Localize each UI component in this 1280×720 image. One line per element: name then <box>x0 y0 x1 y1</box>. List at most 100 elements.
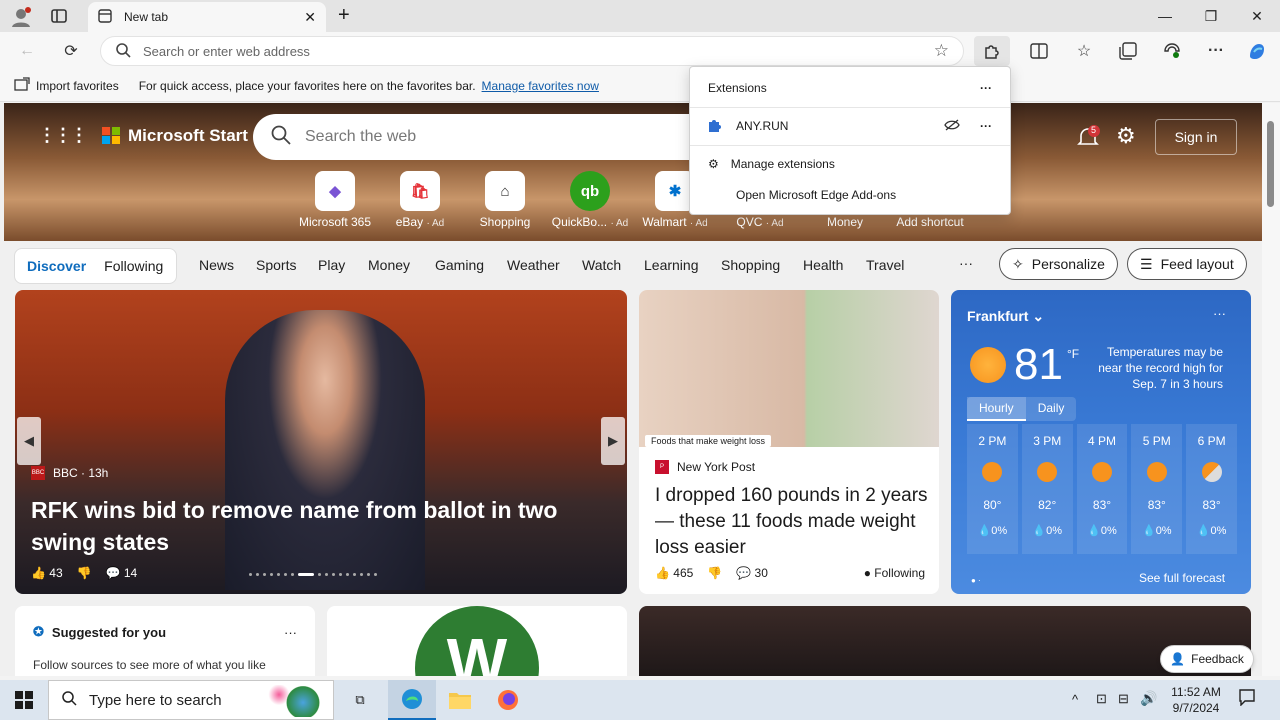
feedback-button[interactable]: 👤 Feedback <box>1160 645 1254 673</box>
brand-name[interactable]: Microsoft Start <box>128 126 248 146</box>
weather-more-icon[interactable]: ··· <box>1213 306 1226 321</box>
collections-icon[interactable] <box>1113 36 1143 66</box>
feedback-person-icon: 👤 <box>1170 652 1186 666</box>
task-view-icon[interactable]: ⧉ <box>336 680 384 720</box>
feature-story-card[interactable]: ◀ ▶ BBC BBC · 13h RFK wins bid to remove… <box>15 290 627 594</box>
weather-alert[interactable]: Temperatures may be near the record high… <box>1091 344 1223 392</box>
dislike-icon[interactable]: 👎 <box>707 566 722 580</box>
close-tab-icon[interactable]: ✕ <box>304 9 316 26</box>
firefox-icon[interactable] <box>484 680 532 720</box>
restore-button[interactable]: ❐ <box>1188 0 1234 32</box>
extensions-button[interactable] <box>974 36 1010 66</box>
shopping-tag-icon: ⌂ <box>485 171 525 211</box>
tab-discover[interactable]: Discover <box>27 258 86 274</box>
taskbar-search-box[interactable]: Type here to search <box>48 680 334 720</box>
nav-health[interactable]: Health <box>803 257 843 273</box>
quicklink-quickbooks[interactable]: qb QuickBo... · Ad <box>549 171 631 229</box>
import-favorites-button[interactable]: Import favorites <box>36 79 119 93</box>
hourly-forecast: 2 PM 80° 💧0% 3 PM 82° 💧0% 4 PM 83° 💧0% 5 PM 83°… <box>967 424 1237 554</box>
minimize-button[interactable]: — <box>1142 0 1188 32</box>
page-scrollbar[interactable] <box>1262 103 1280 676</box>
like-icon[interactable]: 👍 465 <box>655 566 693 580</box>
hide-from-toolbar-icon[interactable] <box>944 119 960 134</box>
extensions-more-icon[interactable]: ··· <box>980 81 992 95</box>
carousel-next-button[interactable]: ▶ <box>601 417 625 465</box>
web-search-box[interactable]: Search the web <box>253 114 753 160</box>
manage-extensions-item[interactable]: ⚙ Manage extensions <box>690 153 1010 175</box>
edge-taskbar-icon[interactable] <box>388 680 436 720</box>
feed-layout-button[interactable]: ☰ Feed layout <box>1127 248 1247 280</box>
nav-news[interactable]: News <box>199 257 234 273</box>
quicklink-ebay[interactable]: 🛍 eBay · Ad <box>379 171 461 229</box>
tab-title: New tab <box>124 10 169 24</box>
tab-hourly[interactable]: Hourly <box>967 397 1026 421</box>
nav-learning[interactable]: Learning <box>644 257 699 273</box>
scrollbar-thumb[interactable] <box>1267 121 1274 207</box>
notification-center-icon[interactable] <box>1238 688 1256 709</box>
extension-more-icon[interactable]: ··· <box>980 119 992 133</box>
story-card[interactable]: Foods that make weight loss P New York P… <box>639 290 939 594</box>
split-screen-icon[interactable] <box>1024 36 1054 66</box>
comment-icon[interactable]: 💬 30 <box>736 566 768 580</box>
show-hidden-icons[interactable]: ^ <box>1072 692 1078 707</box>
tab-daily[interactable]: Daily <box>1026 397 1077 421</box>
nav-weather[interactable]: Weather <box>507 257 560 273</box>
nav-money[interactable]: Money <box>368 257 410 273</box>
favorites-icon[interactable]: ☆ <box>1069 36 1099 66</box>
quicklink-shopping[interactable]: ⌂ Shopping <box>464 171 546 229</box>
tab-following[interactable]: Following <box>104 258 163 274</box>
volume-icon[interactable]: 🔊 <box>1140 690 1157 707</box>
back-button[interactable]: ← <box>12 36 42 66</box>
nav-play[interactable]: Play <box>318 257 345 273</box>
manage-favorites-link[interactable]: Manage favorites now <box>482 79 599 93</box>
dislike-icon[interactable]: 👎 <box>77 566 92 580</box>
hour-forecast: 6 PM 83° 💧0% <box>1186 424 1237 554</box>
network-icon[interactable]: ⊡ <box>1096 691 1107 707</box>
web-search-placeholder: Search the web <box>305 128 417 145</box>
tab-actions-icon[interactable] <box>50 8 70 26</box>
nav-travel[interactable]: Travel <box>866 257 904 273</box>
settings-more-icon[interactable]: ··· <box>1201 36 1231 66</box>
notifications-bell-icon[interactable]: 5 <box>1076 125 1100 149</box>
copilot-icon[interactable] <box>1242 36 1272 66</box>
weather-city[interactable]: Frankfurt ⌄ <box>967 308 1044 325</box>
import-favorites-icon <box>14 77 30 94</box>
wired-network-icon[interactable]: ⊟ <box>1118 691 1129 707</box>
weather-card[interactable]: Frankfurt ⌄ ··· 81 °F Temperatures may b… <box>951 290 1251 594</box>
comment-icon[interactable]: 💬 14 <box>106 566 138 580</box>
start-button[interactable] <box>0 680 48 720</box>
new-tab-page: ⋮⋮⋮ Microsoft Start Search the web ◆ Mic… <box>0 103 1262 676</box>
story-card[interactable] <box>639 606 1251 676</box>
personalize-button[interactable]: ✧ Personalize <box>999 248 1118 280</box>
quicklink-microsoft-365[interactable]: ◆ Microsoft 365 <box>294 171 376 229</box>
nav-more-button[interactable]: ··· <box>959 255 973 271</box>
open-addons-item[interactable]: Open Microsoft Edge Add-ons <box>690 184 1010 206</box>
favorite-star-icon[interactable]: ☆ <box>934 41 949 61</box>
extension-item-anyrun[interactable]: ANY.RUN ··· <box>690 115 1010 137</box>
story-card[interactable]: W <box>327 606 627 676</box>
close-window-button[interactable]: ✕ <box>1234 0 1280 32</box>
profile-icon[interactable] <box>10 6 32 28</box>
tab-new-tab[interactable]: New tab ✕ <box>88 2 326 32</box>
sunny-icon <box>970 347 1006 383</box>
story-headline[interactable]: RFK wins bid to remove name from ballot … <box>31 494 591 558</box>
page-settings-gear-icon[interactable]: ⚙ <box>1116 123 1136 149</box>
address-bar[interactable]: Search or enter web address ☆ <box>100 36 964 66</box>
app-launcher-icon[interactable]: ⋮⋮⋮ <box>38 125 88 146</box>
following-badge[interactable]: ● Following <box>864 566 925 580</box>
nav-sports[interactable]: Sports <box>256 257 296 273</box>
refresh-button[interactable]: ⟳ <box>56 36 86 66</box>
sign-in-button[interactable]: Sign in <box>1155 119 1237 155</box>
more-options-icon[interactable]: ··· <box>284 625 297 640</box>
browser-essentials-icon[interactable] <box>1157 36 1187 66</box>
new-tab-button[interactable]: + <box>338 4 360 28</box>
taskbar-clock[interactable]: 11:52 AM 9/7/2024 <box>1160 684 1232 716</box>
see-full-forecast-link[interactable]: See full forecast <box>1139 571 1225 585</box>
nav-watch[interactable]: Watch <box>582 257 621 273</box>
carousel-prev-button[interactable]: ◀ <box>17 417 41 465</box>
story-headline[interactable]: I dropped 160 pounds in 2 years — these … <box>655 483 930 561</box>
file-explorer-icon[interactable] <box>436 680 484 720</box>
nav-gaming[interactable]: Gaming <box>435 257 484 273</box>
like-icon[interactable]: 👍 43 <box>31 566 63 580</box>
nav-shopping[interactable]: Shopping <box>721 257 780 273</box>
